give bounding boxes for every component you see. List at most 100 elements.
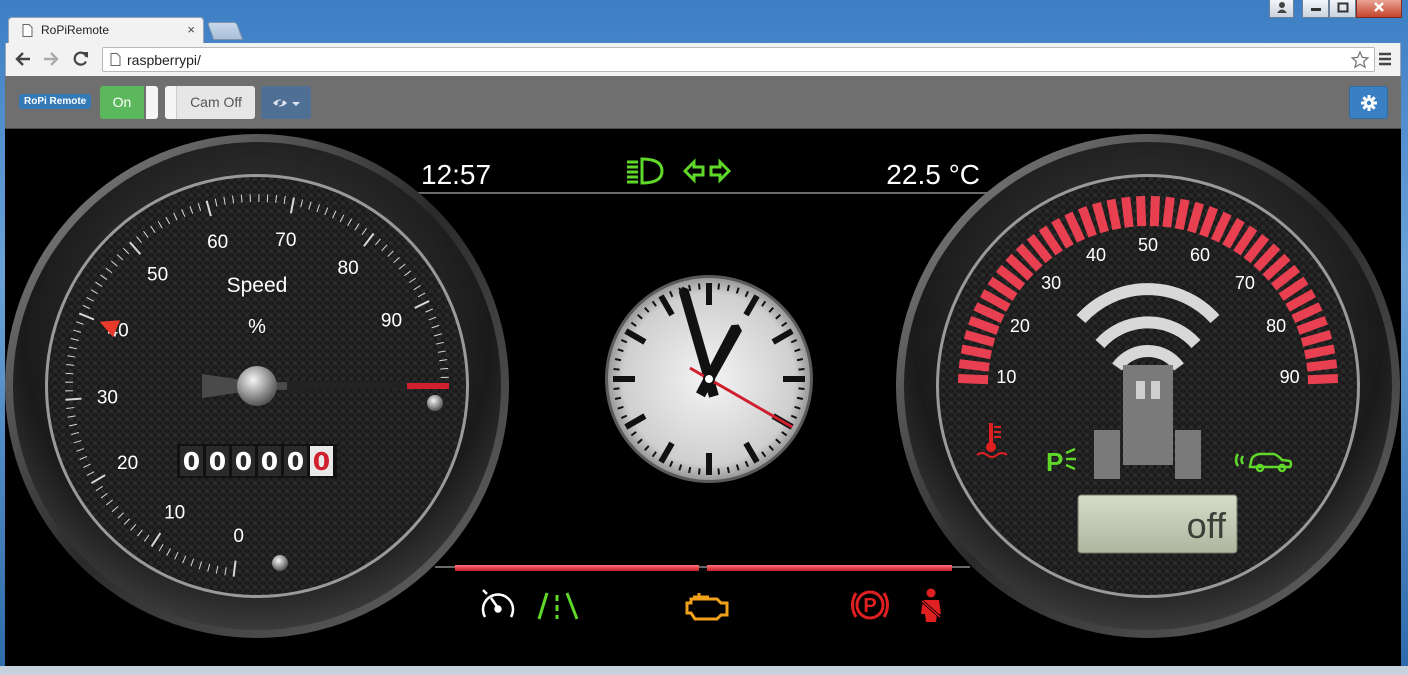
back-icon[interactable]	[14, 51, 32, 67]
clock-tick	[613, 387, 620, 391]
status-display-text: off	[1187, 505, 1227, 546]
speed-tick-label: 80	[338, 258, 359, 279]
speed-tick-label: 90	[381, 311, 402, 332]
tab-title: RoPiRemote	[41, 23, 110, 37]
odometer: 000000	[177, 444, 337, 478]
odometer-digit: 0	[209, 447, 226, 476]
maximize-icon	[1337, 2, 1348, 13]
app-navbar: RoPi Remote On Cam Off	[5, 76, 1401, 129]
close-window-button[interactable]	[1356, 0, 1402, 18]
clock-tick	[688, 284, 692, 292]
right-red-bar	[707, 565, 952, 571]
clock-tick	[614, 358, 622, 362]
power-toggle-button[interactable]: On	[100, 86, 144, 119]
speed-tick-label: 70	[275, 230, 296, 251]
dashboard: 0 10 20 30 40 50 60 70 80 90 Speed % 000000 10 20 3…	[5, 129, 1401, 666]
page-icon	[22, 24, 33, 37]
clock-tick	[796, 396, 804, 400]
odometer-digit: 0	[261, 447, 278, 476]
clock-tick	[796, 358, 804, 362]
speed-title: Speed	[227, 274, 288, 297]
speed-gauge: 0102030405060 708090 Speed % 000000	[5, 134, 509, 638]
sensor-level-bar	[1136, 195, 1147, 227]
sensor-level-bar	[1307, 374, 1339, 385]
parking-brake-icon: P	[851, 590, 889, 620]
speed-needle-hub	[237, 366, 277, 406]
view-menu-button[interactable]	[261, 86, 311, 119]
speed-tick	[65, 397, 82, 401]
clock-tick	[798, 387, 805, 391]
speed-tick-label: 10	[164, 502, 185, 523]
dashboard-canvas: 0102030405060 708090 Speed % 000000 10203…	[5, 134, 1400, 638]
bookmark-star-icon[interactable]	[1351, 51, 1369, 69]
user-button[interactable]	[1269, 0, 1294, 18]
sensor-level-bar	[958, 359, 990, 372]
sensor-level-bar	[957, 374, 989, 385]
analog-clock	[605, 275, 813, 483]
sensor-level-bar	[1162, 196, 1175, 228]
clock-tick	[613, 367, 620, 371]
clock-tick	[717, 468, 721, 475]
sensor-tick-label: 20	[1010, 316, 1030, 336]
new-tab-button[interactable]	[206, 22, 244, 40]
temperature-readout: 22.5 °C	[886, 159, 980, 190]
menu-icon[interactable]	[1378, 52, 1392, 66]
sensor-level-bar	[1174, 198, 1190, 230]
maximize-button[interactable]	[1329, 0, 1356, 18]
minimize-button[interactable]	[1302, 0, 1329, 18]
camera-toggle-button[interactable]: Cam Off	[177, 86, 255, 119]
clock-tick	[726, 284, 730, 292]
svg-text:P: P	[1046, 447, 1063, 477]
camera-toggle-handle[interactable]	[165, 86, 177, 119]
sensor-level-bar	[1304, 344, 1336, 360]
speed-tick-label: 50	[147, 265, 168, 286]
check-engine-icon	[685, 593, 729, 621]
page-icon	[110, 53, 121, 66]
tab-close-button[interactable]: ×	[187, 22, 195, 37]
speed-pin-min	[272, 555, 288, 571]
user-icon	[1276, 2, 1287, 13]
odometer-digit: 0	[235, 447, 252, 476]
seatbelt-icon	[921, 588, 941, 622]
clock-tick	[697, 468, 701, 475]
sensor-tick-label: 50	[1138, 235, 1158, 255]
close-icon	[1374, 2, 1384, 12]
sensor-tick-label: 70	[1235, 273, 1255, 293]
speed-tick-label: 0	[233, 526, 244, 547]
odometer-digit: 0	[287, 447, 304, 476]
clock-tick	[688, 466, 692, 474]
turn-signal-icon	[682, 158, 732, 184]
clock-center	[703, 373, 715, 385]
sensor-level-bar	[1106, 198, 1122, 230]
clock-tick	[726, 466, 730, 474]
sensor-tick-label: 90	[1280, 367, 1300, 387]
speed-tick-label: 20	[117, 453, 138, 474]
speed-tick-label: 60	[207, 232, 228, 253]
speedometer-limit-icon	[481, 589, 515, 618]
gear-icon	[1361, 95, 1377, 111]
minimize-icon	[1310, 8, 1321, 11]
clock-tick	[717, 283, 721, 290]
odometer-digit: 0	[313, 447, 330, 476]
headlight-icon	[627, 157, 664, 185]
forward-icon[interactable]	[42, 51, 60, 67]
url-text: raspberrypi/	[127, 52, 201, 68]
speed-pin-max	[427, 395, 443, 411]
clock-tick	[798, 367, 805, 371]
speed-tick	[240, 194, 243, 203]
address-bar[interactable]: raspberrypi/	[102, 47, 1375, 72]
sensor-tick-label: 80	[1266, 316, 1286, 336]
speed-tick	[65, 372, 74, 375]
settings-button[interactable]	[1349, 86, 1388, 119]
browser-toolbar: raspberrypi/	[5, 43, 1401, 76]
reload-icon[interactable]	[72, 50, 90, 68]
svg-text:P: P	[863, 595, 876, 617]
power-toggle-handle[interactable]	[146, 86, 158, 119]
brand-label[interactable]: RoPi Remote	[19, 94, 92, 109]
clock-tick	[697, 283, 701, 290]
time-readout: 12:57	[421, 159, 491, 190]
browser-tab[interactable]: RoPiRemote ×	[8, 17, 204, 43]
sensor-level-bar	[1121, 196, 1134, 228]
odometer-digit: 0	[183, 447, 200, 476]
sensor-tick-label: 10	[996, 367, 1016, 387]
